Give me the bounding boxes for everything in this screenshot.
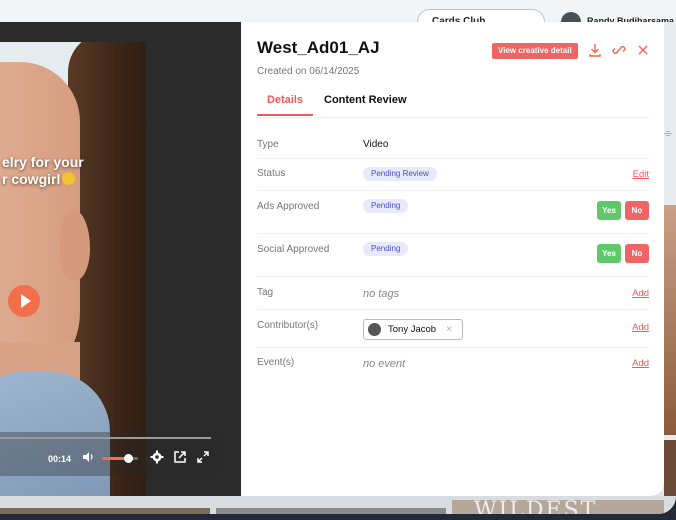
remove-contributor-icon[interactable]: × [446,324,452,335]
field-label: Status [257,168,286,179]
social-approve-no-button[interactable]: No [625,244,649,263]
tab-details[interactable]: Details [257,94,313,116]
creative-title: West_Ad01_AJ [257,38,380,57]
background-thumbnail [216,508,446,514]
video-caption: elry for your r cowgirl [0,154,84,188]
contributor-name: Tony Jacob [388,324,437,335]
edit-status-link[interactable]: Edit [633,169,649,180]
filter-icon[interactable]: ⌯ [664,128,672,139]
field-value: Video [363,139,389,150]
status-badge: Pending [363,199,409,213]
field-label: Tag [257,287,274,298]
social-approve-yes-button[interactable]: Yes [597,244,621,263]
field-row-event: Event(s) no event Add [257,348,649,382]
tab-content-review[interactable]: Content Review [324,94,407,114]
video-time: 00:14 [48,454,72,464]
caption-line-2: r cowgirl [2,171,84,188]
background-thumbnail: WILDEST [452,500,664,514]
fullscreen-icon[interactable] [196,450,210,464]
field-empty-value: no tags [363,288,400,300]
field-empty-value: no event [363,358,406,370]
field-row-social-approved: Social Approved Pending Yes No [257,234,649,277]
caption-line-1: elry for your [2,154,84,170]
field-row-type: Type Video [257,130,649,159]
background-thumbnail [0,508,210,514]
app-screen: Cards Club Randy Budiharsama ⌯ WILDEST [0,0,676,514]
video-controls: 00:14 [0,432,220,476]
background-thumbnail [664,205,676,435]
avatar [368,323,381,336]
field-row-ads-approved: Ads Approved Pending Yes No [257,191,649,234]
status-badge: Pending Review [363,167,437,181]
add-event-link[interactable]: Add [632,358,649,369]
video-progress-bar[interactable] [0,437,211,439]
status-badge: Pending [363,242,409,256]
settings-icon[interactable] [150,450,164,464]
tabs-divider [257,117,649,118]
creative-detail-modal: elry for your r cowgirl 00:14 West_Ad01_… [0,22,664,496]
detail-panel: West_Ad01_AJ Created on 06/14/2025 View … [241,22,664,496]
ads-approve-no-button[interactable]: No [625,201,649,220]
link-icon[interactable] [611,42,627,58]
field-label: Ads Approved [257,201,320,212]
close-icon[interactable] [635,42,651,58]
contributor-chip[interactable]: Tony Jacob × [363,319,463,340]
cowboy-emoji-icon [62,172,76,185]
field-label: Contributor(s) [257,320,319,331]
field-row-tag: Tag no tags Add [257,277,649,310]
field-label: Type [257,139,279,150]
detail-fields: Type Video Status Pending Review Edit Ad… [257,130,649,382]
field-row-status: Status Pending Review Edit [257,159,649,191]
video-player-area: elry for your r cowgirl 00:14 [0,22,241,496]
field-label: Event(s) [257,357,295,368]
detail-tabs: Details Content Review [257,94,649,118]
download-icon[interactable] [587,42,603,58]
popout-icon[interactable] [173,450,187,464]
field-label: Social Approved [257,244,330,255]
caption-line-2-text: r cowgirl [2,171,61,187]
device-frame: Cards Club Randy Budiharsama ⌯ WILDEST [0,0,676,520]
created-date: Created on 06/14/2025 [257,66,360,77]
add-contributor-link[interactable]: Add [632,322,649,333]
view-creative-detail-button[interactable]: View creative detail [492,43,578,59]
volume-icon[interactable] [81,450,95,464]
background-thumbnail [664,440,676,500]
field-row-contributor: Contributor(s) Tony Jacob × Add [257,310,649,348]
volume-slider[interactable] [102,454,138,463]
volume-handle[interactable] [123,454,133,463]
video-frame[interactable]: elry for your r cowgirl [0,42,146,496]
add-tag-link[interactable]: Add [632,288,649,299]
ads-approve-yes-button[interactable]: Yes [597,201,621,220]
play-icon[interactable] [8,285,40,317]
